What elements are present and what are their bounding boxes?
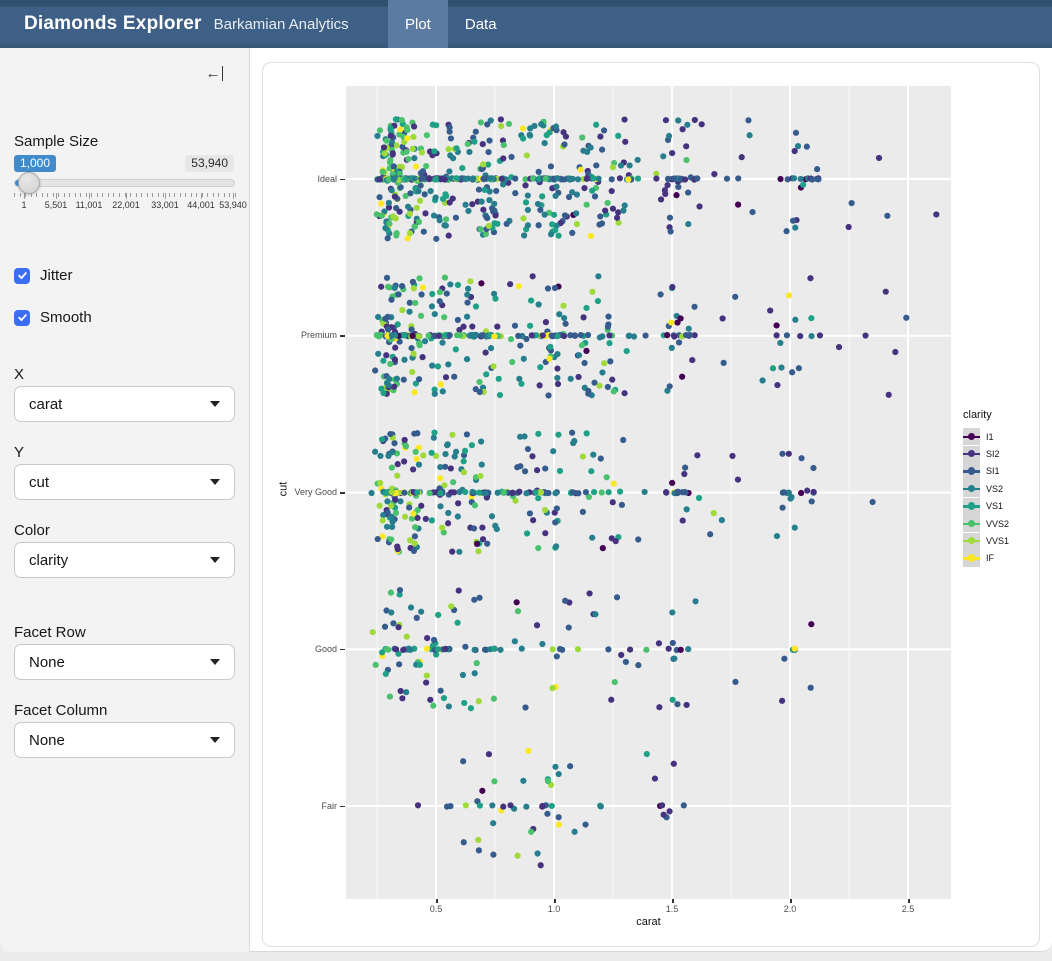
app-title: Diamonds Explorer bbox=[24, 13, 202, 35]
legend-key bbox=[963, 446, 980, 463]
page-bottom-strip bbox=[0, 952, 1052, 961]
chevron-down-icon bbox=[210, 557, 220, 563]
x-select-label: X bbox=[14, 366, 24, 383]
legend-entry: VVS1 bbox=[963, 532, 1009, 549]
chevron-down-icon bbox=[210, 401, 220, 407]
facet-row-select[interactable]: None bbox=[14, 644, 235, 680]
diamonds-explorer-app: Diamonds Explorer Barkamian Analytics Pl… bbox=[0, 0, 1052, 961]
sample-size-slider[interactable] bbox=[14, 179, 235, 187]
legend-key bbox=[963, 515, 980, 532]
facet-row-select-label: Facet Row bbox=[14, 624, 86, 641]
chevron-down-icon bbox=[210, 737, 220, 743]
legend-entry: VVS2 bbox=[963, 515, 1009, 532]
legend-entry: IF bbox=[963, 550, 1009, 567]
sidebar: ← Sample Size 1,000 53,940 15,50111,0012… bbox=[0, 48, 250, 952]
y-select[interactable]: cut bbox=[14, 464, 235, 500]
chevron-down-icon bbox=[210, 659, 220, 665]
slider-handle[interactable] bbox=[18, 172, 40, 194]
legend-key bbox=[963, 498, 980, 515]
slider-tick-labels: 15,50111,00122,00133,00144,00153,940 bbox=[0, 200, 250, 212]
app-header: Diamonds Explorer Barkamian Analytics Pl… bbox=[0, 0, 1052, 48]
collapse-bar-icon bbox=[222, 66, 224, 81]
legend-key bbox=[963, 463, 980, 480]
sample-size-label: Sample Size bbox=[14, 133, 98, 150]
legend-key bbox=[963, 550, 980, 567]
tab-plot[interactable]: Plot bbox=[388, 0, 448, 48]
legend-key bbox=[963, 533, 980, 550]
slider-max-badge: 53,940 bbox=[185, 155, 234, 172]
y-axis-title: cut bbox=[277, 482, 289, 497]
smooth-checkbox[interactable]: Smooth bbox=[14, 309, 92, 326]
legend-entry: VS2 bbox=[963, 480, 1009, 497]
jitter-checkbox[interactable]: Jitter bbox=[14, 267, 73, 284]
chevron-down-icon bbox=[210, 479, 220, 485]
nav-tabs: Plot Data bbox=[388, 0, 514, 48]
slider-ruler bbox=[14, 193, 235, 200]
facet-column-select-label: Facet Column bbox=[14, 702, 107, 719]
legend-title: clarity bbox=[963, 409, 1009, 421]
legend-entry: I1 bbox=[963, 428, 1009, 445]
main-content: ← Sample Size 1,000 53,940 15,50111,0012… bbox=[0, 48, 1052, 952]
legend-entry: VS1 bbox=[963, 498, 1009, 515]
y-select-label: Y bbox=[14, 444, 24, 461]
checkbox-check-icon bbox=[14, 310, 30, 326]
facet-column-select[interactable]: None bbox=[14, 722, 235, 758]
legend-entry: SI1 bbox=[963, 463, 1009, 480]
collapse-arrow-icon: ← bbox=[206, 66, 221, 81]
legend-key bbox=[963, 428, 980, 445]
plot-legend: clarity I1SI2SI1VS2VS1VVS2VVS1IF bbox=[963, 409, 1009, 567]
sidebar-collapse-button[interactable]: ← bbox=[206, 66, 224, 81]
legend-key bbox=[963, 480, 980, 497]
slider-value-badge: 1,000 bbox=[14, 155, 56, 172]
plot-card: 0.51.01.52.02.5IdealPremiumVery GoodGood… bbox=[262, 62, 1040, 947]
brand: Diamonds Explorer Barkamian Analytics bbox=[24, 13, 349, 35]
x-axis-title: carat bbox=[346, 916, 951, 928]
app-subtitle: Barkamian Analytics bbox=[214, 16, 349, 33]
color-select[interactable]: clarity bbox=[14, 542, 235, 578]
scatter-plot-panel bbox=[346, 86, 951, 899]
checkbox-check-icon bbox=[14, 268, 30, 284]
color-select-label: Color bbox=[14, 522, 50, 539]
tab-data[interactable]: Data bbox=[448, 0, 514, 48]
legend-entry: SI2 bbox=[963, 445, 1009, 462]
x-select[interactable]: carat bbox=[14, 386, 235, 422]
